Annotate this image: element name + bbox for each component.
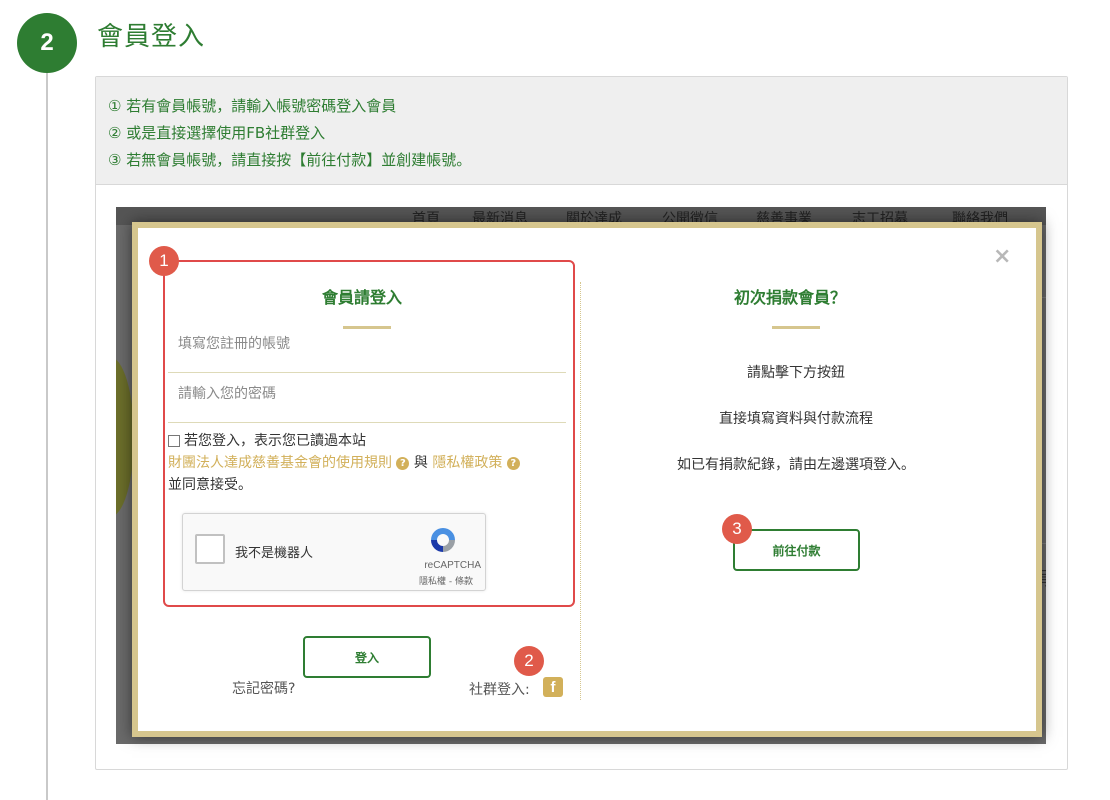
agree-prefix: 若您登入，表示您已讀過本站 <box>184 433 366 449</box>
annotation-badge-2: 2 <box>514 646 544 676</box>
first-time-line-3: 如已有捐款紀錄，請由左邊選項登入。 <box>677 457 915 473</box>
terms-agreement: 若您登入，表示您已讀過本站 財團法人達成慈善基金會的使用規則 ? 與 隱私權政策… <box>168 430 568 496</box>
annotation-badge-1: 1 <box>149 246 179 276</box>
login-button[interactable]: 登入 <box>303 636 431 678</box>
column-divider <box>580 282 581 700</box>
step-number-badge: 2 <box>17 13 77 73</box>
pay-button[interactable]: 前往付款 <box>733 529 860 571</box>
title-underline <box>772 326 820 329</box>
recaptcha-brand: reCAPTCHA <box>424 560 481 571</box>
login-section-title: 會員請登入 <box>322 288 403 307</box>
annotation-badge-3: 3 <box>722 514 752 544</box>
recaptcha-logo-icon <box>431 528 455 552</box>
recaptcha-widget: 我不是機器人 reCAPTCHA 隱私權 - 條款 <box>182 513 486 591</box>
rules-link[interactable]: 財團法人達成慈善基金會的使用規則 <box>168 455 392 471</box>
recaptcha-checkbox[interactable] <box>195 534 225 564</box>
password-field[interactable] <box>168 374 568 423</box>
first-time-line-2: 直接填寫資料與付款流程 <box>719 411 873 427</box>
close-icon[interactable]: × <box>993 244 1011 269</box>
privacy-link[interactable]: 隱私權政策 <box>432 455 502 471</box>
help-icon[interactable]: ? <box>396 456 410 470</box>
recaptcha-terms[interactable]: 隱私權 - 條款 <box>419 574 473 587</box>
step-number: 2 <box>40 29 54 56</box>
agree-checkbox[interactable] <box>168 435 180 447</box>
note-1: ① 若有會員帳號，請輸入帳號密碼登入會員 <box>108 97 397 115</box>
forgot-password-link[interactable]: 忘記密碼? <box>232 678 295 698</box>
facebook-icon[interactable]: f <box>543 677 563 697</box>
step-title: 會員登入 <box>97 22 206 52</box>
first-time-line-1: 請點擊下方按鈕 <box>747 365 845 381</box>
and-text: 與 <box>413 455 428 471</box>
account-input[interactable] <box>168 324 568 364</box>
agree-suffix: 並同意接受。 <box>168 477 252 493</box>
help-icon[interactable]: ? <box>506 456 520 470</box>
password-input[interactable] <box>168 374 568 414</box>
recaptcha-label: 我不是機器人 <box>235 546 314 561</box>
instruction-notes: ① 若有會員帳號，請輸入帳號密碼登入會員 ② 或是直接選擇使用FB社群登入 ③ … <box>96 77 1067 185</box>
account-field[interactable] <box>168 324 568 373</box>
note-2: ② 或是直接選擇使用FB社群登入 <box>108 124 326 142</box>
timeline-line <box>46 60 48 800</box>
first-time-title: 初次捐款會員？ <box>734 288 847 307</box>
social-login-label: 社群登入: <box>469 682 530 698</box>
note-3: ③ 若無會員帳號，請直接按【前往付款】並創建帳號。 <box>108 151 472 169</box>
